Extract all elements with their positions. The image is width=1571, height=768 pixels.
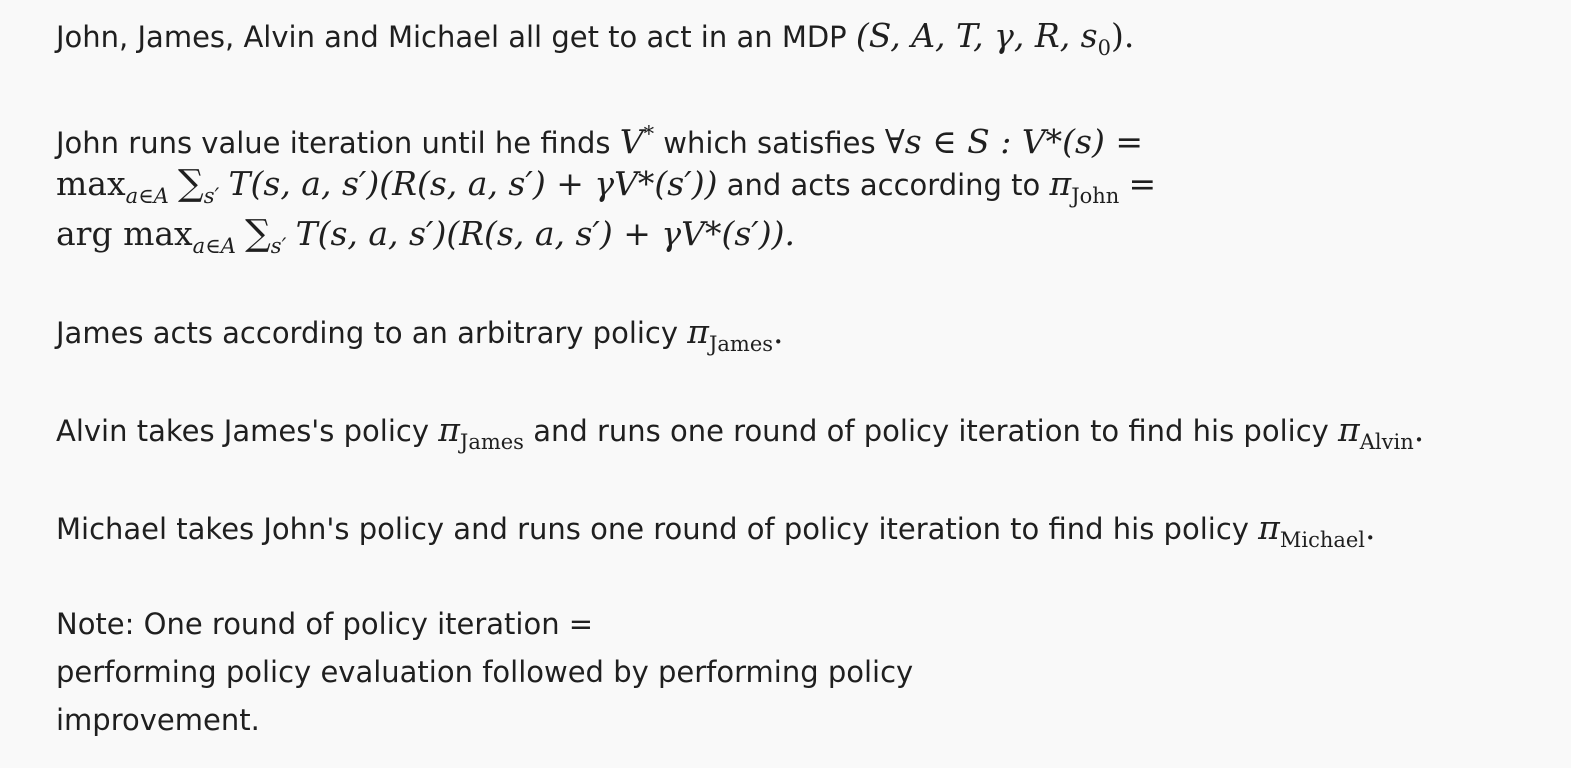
note-line-1: Note: One round of policy iteration =	[56, 607, 594, 641]
pi-michael-sub: Michael	[1279, 528, 1366, 552]
bellman-expression: T(s, a, s′)(R(s, a, s′) + γV*(s′))	[228, 164, 718, 203]
john-text: John runs value iteration until he finds	[56, 126, 611, 160]
pi-james-2: π	[438, 410, 460, 449]
sum-symbol-2: ∑	[245, 213, 271, 254]
michael-text: Michael takes John's policy and runs one…	[56, 512, 1249, 546]
john-line-3: arg maxa∈A ∑s′ T(s, a, s′)(R(s, a, s′) +…	[56, 214, 795, 266]
equals-sign: =	[1128, 164, 1157, 203]
john-line-2: maxa∈A ∑s′ T(s, a, s′)(R(s, a, s′) + γV*…	[56, 164, 1156, 216]
michael-line: Michael takes John's policy and runs one…	[56, 508, 1376, 560]
mdp-tuple-sub: 0	[1097, 36, 1111, 60]
pi-michael: π	[1258, 508, 1280, 547]
pi-alvin: π	[1338, 410, 1360, 449]
argmax-operator: arg max	[56, 214, 193, 253]
sum-symbol: ∑	[178, 163, 204, 204]
bellman-condition: ∀s ∈ S : V*(s) =	[884, 122, 1143, 161]
mdp-tuple: (S, A, T, γ, R, s	[855, 16, 1098, 55]
james-period: .	[773, 312, 784, 351]
which-text: which satisfies	[663, 126, 876, 160]
problem-statement: John, James, Alvin and Michael all get t…	[0, 0, 1571, 768]
max-sub: a∈A	[125, 184, 169, 208]
alvin-text-b: and runs one round of policy iteration t…	[533, 414, 1329, 448]
v-star: V	[619, 122, 644, 161]
pi-alvin-sub: Alvin	[1359, 430, 1414, 454]
note-line-3: improvement.	[56, 703, 260, 737]
pi-john-sub: John	[1071, 184, 1120, 208]
intro-line: John, James, Alvin and Michael all get t…	[56, 16, 1134, 68]
james-text: James acts according to an arbitrary pol…	[56, 316, 679, 350]
alvin-period: .	[1413, 410, 1425, 449]
james-line: James acts according to an arbitrary pol…	[56, 312, 784, 364]
sum-sub-2: s′	[270, 234, 287, 258]
v-star-sup: *	[643, 122, 655, 146]
max-operator: max	[56, 164, 126, 203]
john-line-1: John runs value iteration until he finds…	[56, 114, 1143, 163]
sum-sub: s′	[203, 184, 220, 208]
bellman-expression-2: T(s, a, s′)(R(s, a, s′) + γV*(s′)).	[295, 214, 796, 253]
argmax-sub: a∈A	[192, 234, 236, 258]
alvin-line: Alvin takes James's policy πJames and ru…	[56, 410, 1424, 462]
pi-james-sub: James	[708, 332, 774, 356]
intro-text: John, James, Alvin and Michael all get t…	[56, 20, 847, 54]
note-line-2: performing policy evaluation followed by…	[56, 655, 914, 689]
mdp-tuple-close: ).	[1110, 16, 1135, 55]
pi-james-2-sub: James	[459, 430, 524, 454]
alvin-text-a: Alvin takes James's policy	[56, 414, 429, 448]
pi-john: π	[1049, 164, 1072, 203]
acts-text: and acts according to	[726, 168, 1041, 202]
pi-james: π	[687, 312, 709, 351]
michael-period: .	[1365, 508, 1376, 547]
